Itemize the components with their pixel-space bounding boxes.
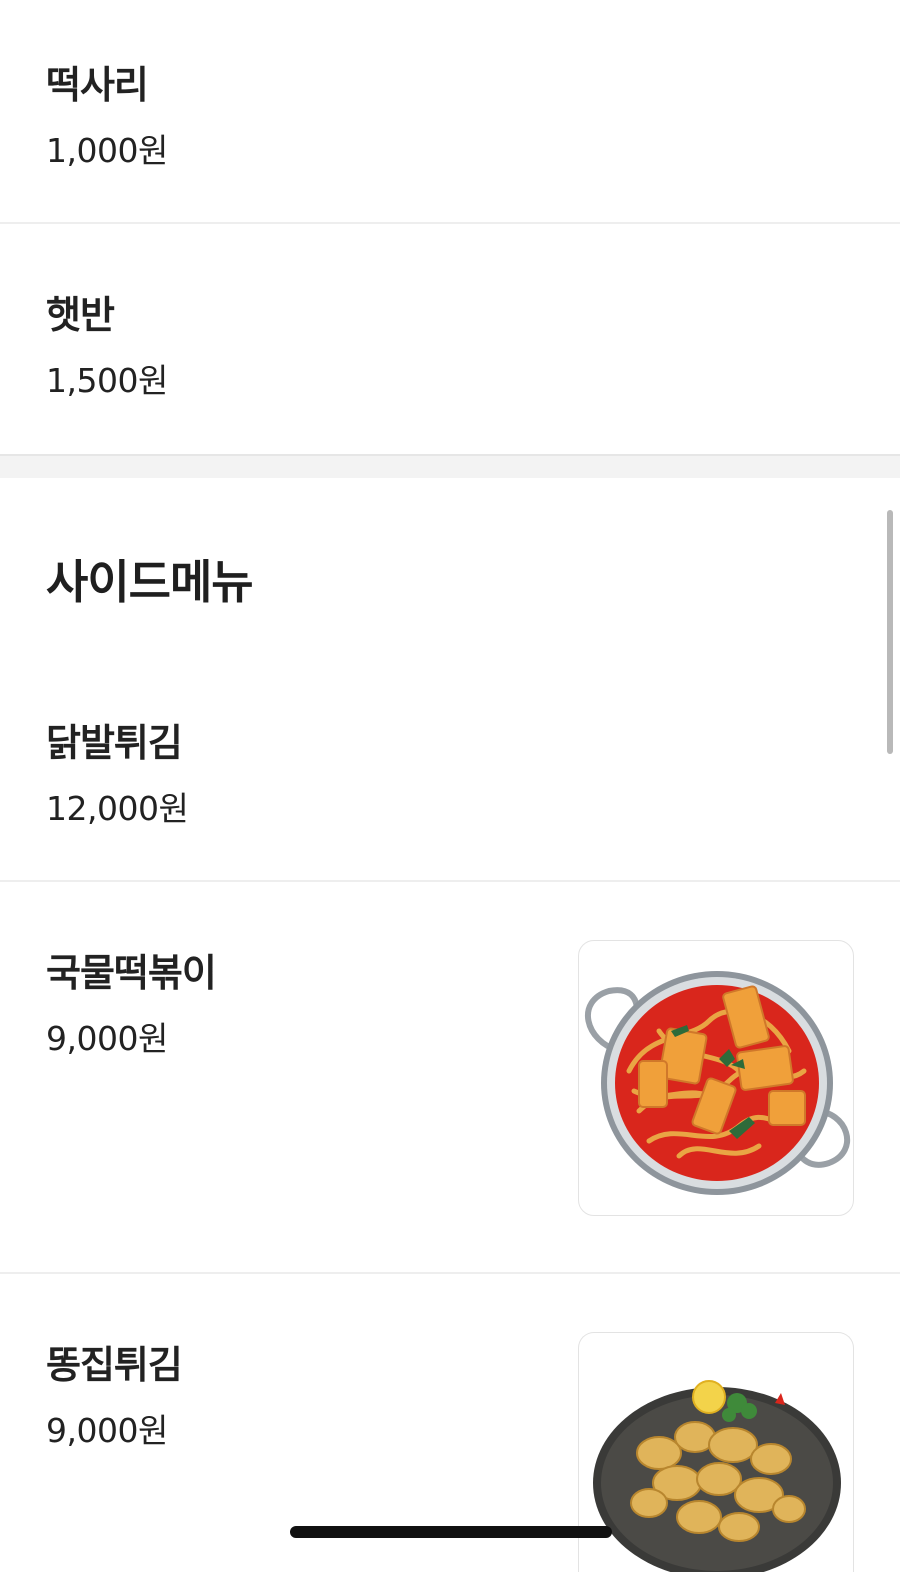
menu-item-name: 국물떡볶이 bbox=[46, 951, 217, 995]
menu-item-price: 12,000원 bbox=[46, 789, 189, 828]
vertical-scrollbar[interactable] bbox=[887, 510, 893, 754]
menu-item-price: 1,000원 bbox=[46, 131, 168, 170]
fried-gizzard-illustration bbox=[593, 1380, 841, 1572]
tteokbokki-photo[interactable] bbox=[578, 940, 854, 1216]
menu-item-name: 떡사리 bbox=[46, 63, 149, 107]
section-separator bbox=[0, 454, 900, 478]
menu-item-price: 9,000원 bbox=[46, 1019, 168, 1058]
section-title: 사이드메뉴 bbox=[46, 555, 254, 609]
menu-item-tteoksari[interactable]: 떡사리 1,000원 bbox=[0, 0, 900, 222]
menu-item-fried-gizzard[interactable]: 똥집튀김 9,000원 bbox=[0, 1274, 900, 1572]
menu-item-chicken-feet[interactable]: 닭발튀김 12,000원 bbox=[0, 690, 900, 880]
menu-item-price: 1,500원 bbox=[46, 361, 168, 400]
menu-item-name: 닭발튀김 bbox=[46, 721, 183, 765]
menu-item-name: 햇반 bbox=[46, 293, 115, 337]
fried-gizzard-photo[interactable] bbox=[578, 1332, 854, 1572]
tteokbokki-illustration bbox=[585, 971, 851, 1195]
menu-item-soup-tteokbokki[interactable]: 국물떡볶이 9,000원 bbox=[0, 882, 900, 1272]
menu-item-price: 9,000원 bbox=[46, 1411, 168, 1450]
menu-item-hetban[interactable]: 햇반 1,500원 bbox=[0, 224, 900, 454]
menu-item-name: 똥집튀김 bbox=[46, 1343, 183, 1387]
home-indicator-bar[interactable] bbox=[290, 1526, 612, 1538]
